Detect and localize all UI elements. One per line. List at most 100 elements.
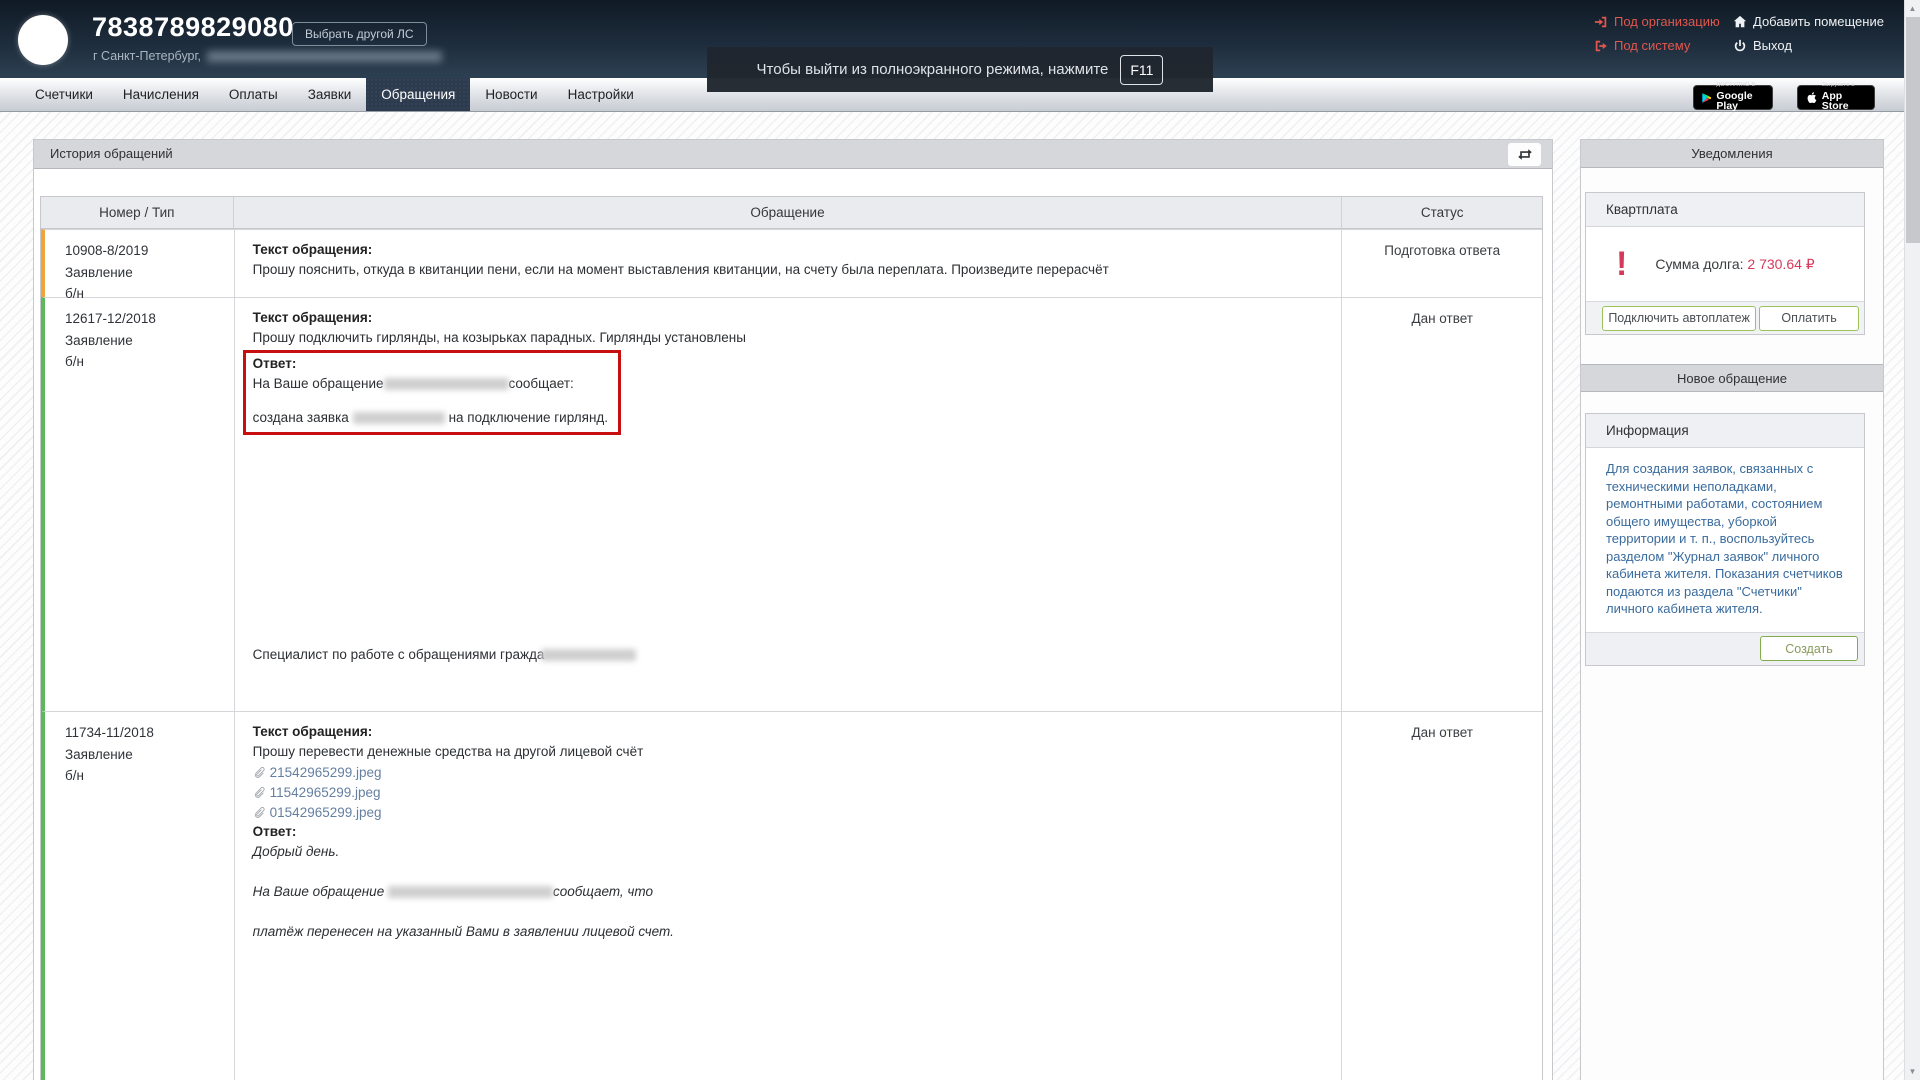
status-cell: Подготовка ответа [1342, 230, 1542, 297]
app-store-badge[interactable]: Загрузите в App Store [1797, 85, 1875, 110]
apple-icon [1805, 90, 1817, 105]
table-row[interactable]: 11734-11/2018 Заявление б/н Текст обраще… [41, 711, 1542, 1080]
fullscreen-notice-text: Чтобы выйти из полноэкранного режима, на… [757, 61, 1109, 78]
debt-label: Сумма долга: [1655, 256, 1743, 272]
appeal-text: Прошу подключить гирлянды, на козырьках … [253, 328, 1326, 348]
vertical-scrollbar[interactable]: ▲ ▼ [1904, 0, 1920, 1080]
appeal-subnumber: б/н [65, 351, 226, 373]
info-card: Информация Для создания заявок, связанны… [1585, 413, 1865, 666]
appeals-table: Номер / Тип Обращение Статус 10908-8/201… [40, 196, 1543, 1080]
account-address: г Санкт-Петербург, [93, 49, 442, 63]
redacted-text [384, 378, 509, 390]
tab-requests[interactable]: Заявки [293, 78, 367, 111]
autopay-button[interactable]: Подключить автоплатеж [1602, 306, 1756, 331]
answer-greeting: Добрый день. [253, 842, 1326, 862]
redacted-text [388, 886, 553, 898]
link-logout[interactable]: Выход [1733, 38, 1792, 53]
appeal-text-label: Текст обращения: [253, 308, 1326, 328]
app-window: 7838789829080 Выбрать другой ЛС г Санкт-… [0, 0, 1920, 1080]
redacted-text [541, 649, 636, 661]
appeal-number: 12617-12/2018 [65, 308, 226, 330]
attachment-link[interactable]: 11542965299.jpeg [253, 783, 1326, 802]
appeal-subnumber: б/н [65, 765, 226, 787]
table-header-row: Номер / Тип Обращение Статус [41, 197, 1542, 229]
tab-accruals[interactable]: Начисления [108, 78, 214, 111]
answer-line: создана заявка на подключение гирлянд. [253, 408, 611, 428]
link-under-organization[interactable]: Под организацию [1594, 14, 1720, 29]
google-play-badge[interactable]: ДОСТУПНО В Google Play [1693, 85, 1773, 110]
panel-header: История обращений [34, 140, 1552, 169]
rent-card-body: ! Сумма долга: 2 730.64 ₽ [1586, 227, 1864, 301]
scrollbar-thumb[interactable] [1906, 17, 1920, 243]
power-icon [1733, 39, 1747, 53]
col-header-status: Статус [1342, 197, 1542, 228]
refresh-button[interactable] [1508, 143, 1541, 166]
redacted-address [207, 51, 442, 62]
tab-payments[interactable]: Оплаты [214, 78, 293, 111]
redacted-text [353, 412, 445, 424]
answer-text: Добрый день. На Ваше обращение сообщает,… [253, 842, 1326, 942]
appeal-number-cell: 12617-12/2018 Заявление б/н [45, 298, 234, 711]
appeal-text: Прошу пояснить, откуда в квитанции пени,… [253, 260, 1326, 280]
scroll-up-arrow[interactable]: ▲ [1905, 4, 1920, 13]
rent-card-title: Квартплата [1586, 193, 1864, 227]
rent-card-footer: Подключить автоплатеж Оплатить [1586, 301, 1864, 334]
page-content: История обращений Номер / Тип Обращение … [0, 112, 1920, 1080]
appeal-number: 11734-11/2018 [65, 722, 226, 744]
avatar[interactable] [18, 15, 68, 65]
debt-value: 2 730.64 ₽ [1747, 256, 1814, 272]
badge-store-name: App Store [1822, 91, 1867, 112]
link-under-system[interactable]: Под систему [1594, 38, 1690, 53]
fullscreen-exit-notice: Чтобы выйти из полноэкранного режима, на… [707, 47, 1213, 92]
appeals-history-panel: История обращений Номер / Тип Обращение … [33, 139, 1553, 1080]
sign-in-icon [1594, 15, 1608, 29]
appeal-type: Заявление [65, 330, 226, 352]
info-card-title: Информация [1586, 414, 1864, 448]
attachment-link[interactable]: 21542965299.jpeg [253, 763, 1326, 782]
tab-settings[interactable]: Настройки [553, 78, 649, 111]
appeal-body-cell: Текст обращения: Прошу перевести денежны… [234, 712, 1343, 1080]
answer-line: На Ваше обращение сообщает, что [253, 882, 1326, 902]
sign-out-icon [1594, 39, 1608, 53]
address-city: г Санкт-Петербург, [93, 49, 201, 63]
answer-signature: Специалист по работе с обращениями гражд… [253, 645, 1326, 665]
col-header-appeal: Обращение [234, 197, 1343, 228]
table-row[interactable]: 12617-12/2018 Заявление б/н Текст обраще… [41, 297, 1542, 711]
change-account-button[interactable]: Выбрать другой ЛС [292, 22, 427, 46]
status-cell: Дан ответ [1342, 298, 1542, 711]
answer-line: платёж перенесен на указанный Вами в зая… [253, 922, 1326, 942]
tab-counters[interactable]: Счетчики [20, 78, 108, 111]
appeal-text-label: Текст обращения: [253, 722, 1326, 742]
badge-small-text: ДОСТУПНО В [1716, 83, 1765, 89]
answer-label: Ответ: [253, 354, 611, 374]
appeal-number: 10908-8/2019 [65, 240, 226, 262]
appeal-number-cell: 11734-11/2018 Заявление б/н [45, 712, 234, 1080]
panel-title: История обращений [50, 146, 173, 161]
appeal-body-cell: Текст обращения: Прошу пояснить, откуда … [234, 230, 1343, 297]
appeal-text-label: Текст обращения: [253, 240, 1326, 260]
appeal-type: Заявление [65, 744, 226, 766]
paperclip-icon [253, 806, 265, 819]
paperclip-icon [253, 766, 265, 779]
answer-label: Ответ: [253, 822, 1326, 842]
pay-button[interactable]: Оплатить [1759, 306, 1859, 331]
tab-appeals[interactable]: Обращения [366, 78, 470, 111]
new-appeal-title: Новое обращение [1581, 364, 1883, 392]
link-add-room[interactable]: Добавить помещение [1733, 14, 1884, 29]
attachment-link[interactable]: 01542965299.jpeg [253, 803, 1326, 822]
create-appeal-button[interactable]: Создать [1760, 636, 1858, 661]
notifications-title: Уведомления [1581, 140, 1883, 168]
info-card-text: Для создания заявок, связанных с техниче… [1586, 448, 1864, 632]
scroll-down-arrow[interactable]: ▼ [1905, 1067, 1920, 1076]
badge-small-text: Загрузите в [1822, 83, 1867, 89]
table-row[interactable]: 10908-8/2019 Заявление б/н Текст обращен… [41, 229, 1542, 297]
col-header-number: Номер / Тип [41, 197, 234, 228]
answer-highlight-box: Ответ: На Ваше обращениесообщает: создан… [243, 350, 621, 435]
answer-line: На Ваше обращениесообщает: [253, 374, 611, 394]
paperclip-icon [253, 786, 265, 799]
tab-news[interactable]: Новости [470, 78, 552, 111]
refresh-icon [1517, 148, 1533, 161]
home-icon [1733, 15, 1747, 29]
info-card-footer: Создать [1586, 632, 1864, 665]
rent-card: Квартплата ! Сумма долга: 2 730.64 ₽ Под… [1585, 192, 1865, 335]
